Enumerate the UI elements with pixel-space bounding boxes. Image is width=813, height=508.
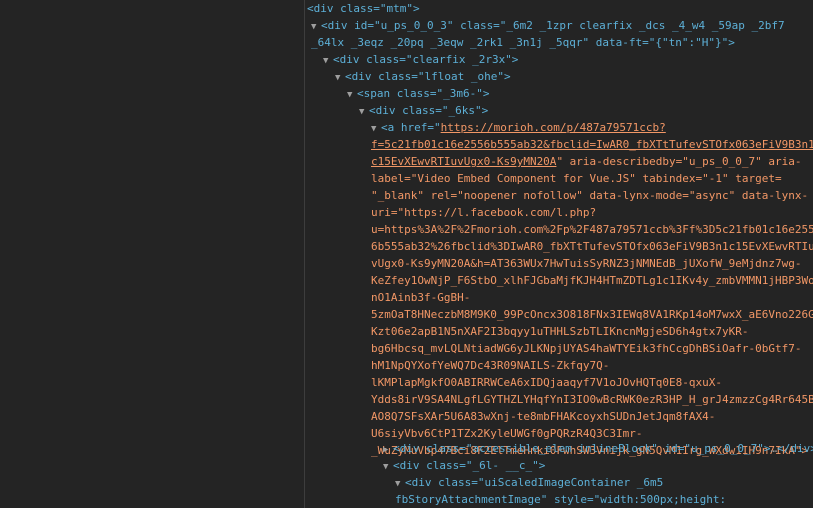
attr-row: nO1Ainb3f-GgBH- <box>371 291 471 304</box>
tree-row-ups[interactable]: ▼ <div id="u_ps_0_0_3" class="_6m2 _1zpr … <box>311 17 785 34</box>
expand-arrow-icon[interactable]: ▼ <box>359 104 369 121</box>
attr-row: u=https%3A%2F%2Fmorioh.com%2Fp%2F487a795… <box>371 223 813 236</box>
attr-row: label="Video Embed Component for Vue.JS"… <box>371 172 782 185</box>
tree-row-61[interactable]: ▼ <div class="_6l- __c_"> <box>383 457 545 474</box>
tree-row-ups-cont: _64lx _3eqz _20pq _3eqw _2rk1 _3n1j _5qq… <box>311 36 735 49</box>
expand-arrow-icon[interactable]: ▼ <box>323 53 333 70</box>
tree-row-anchor[interactable]: ▼ <a href="https://morioh.com/p/487a79571… <box>371 119 666 136</box>
href-link-cont[interactable]: f=5c21fb01c16e2556b555ab32&fbclid=IwAR0_… <box>371 136 813 153</box>
expand-arrow-icon[interactable]: ▼ <box>335 70 345 87</box>
tree-row-scaled[interactable]: ▼ <div class="uiScaledImageContainer _6m5 <box>395 474 663 491</box>
node-text: <div class="lfloat _ohe"> <box>345 70 511 83</box>
left-empty-pane <box>0 0 304 508</box>
attr-row: bg6Hbcsq_mvLQLNtiadWG6yJLKNpjUYAS4haWTYE… <box>371 342 802 355</box>
attr-row: "_blank" rel="noopener nofollow" data-ly… <box>371 189 809 202</box>
anchor-attrs-row: c15EvXEwvRTIuvUgx0-Ks9yMN20A" aria-descr… <box>371 153 801 170</box>
href-link-end[interactable]: c15EvXEwvRTIuvUgx0-Ks9yMN20A <box>371 155 556 168</box>
tree-row-lfloat[interactable]: ▼ <div class="lfloat _ohe"> <box>335 68 511 85</box>
attr-row: hM1NpQYXofYeWQ7Dc43R09NAILS-Zkfqy7Q- <box>371 359 610 372</box>
tree-row-mtm[interactable]: ▼<div class="mtm"> <box>305 0 420 17</box>
anchor-open: <a href=" <box>381 121 441 134</box>
tree-row-clearfix[interactable]: ▼ <div class="clearfix _2r3x"> <box>323 51 518 68</box>
attr-row: AO8Q7SFsXAr5U6A83wXnj-te8mbFHAKcoyxhSUDn… <box>371 410 716 423</box>
node-text: <div class="_6ks"> <box>369 104 489 117</box>
attr-text: " aria-describedby="u_ps_0_0_7" aria- <box>556 155 802 168</box>
tree-row-accessible[interactable]: ▶ <div class="accessible_elem inlineBlock… <box>383 440 813 457</box>
node-text: <div class="mtm"> <box>307 2 420 15</box>
node-text: <div class="uiScaledImageContainer _6m5 <box>405 476 664 489</box>
node-text: <div class="_6l- __c_"> <box>393 459 546 472</box>
node-text: <div id="u_ps_0_0_3" class="_6m2 _1zpr c… <box>321 19 785 32</box>
attr-row: lKMPlapMgkfO0ABIRRWCeA6xIDQjaaqyf7V1oJOv… <box>371 376 722 389</box>
tree-row-span[interactable]: ▼ <span class="_3m6-"> <box>347 85 489 102</box>
tree-row-6ks[interactable]: ▼ <div class="_6ks"> <box>359 102 488 119</box>
node-text: <div class="clearfix _2r3x"> <box>333 53 519 66</box>
node-text: <span class="_3m6-"> <box>357 87 490 100</box>
dom-tree[interactable]: ▼<div class="mtm"> ▼<div id="u_ps_0_0_3"… <box>305 0 813 508</box>
expand-arrow-icon[interactable]: ▼ <box>383 459 393 476</box>
attr-row: vUgx0-Ks9yMN20A&h=AT363WUx7HwTuisSyRNZ3j… <box>371 257 802 270</box>
attr-row: uri="https://l.facebook.com/l.php? <box>371 206 597 219</box>
attr-row: KeZfey1OwNjP_F6StbO_xlhFJGbaMjfKJH4HTmZD… <box>371 274 813 287</box>
attr-row: Kzt06e2apB1N5nXAF2I3bqyy1uTHHLSzbTLIKncn… <box>371 325 749 338</box>
href-link[interactable]: https://morioh.com/p/487a79571ccb? <box>441 121 666 134</box>
expand-arrow-icon[interactable]: ▼ <box>347 87 357 104</box>
tree-row-scaled-cont: fbStoryAttachmentImage" style="width:500… <box>395 493 727 506</box>
node-text: <div class="accessible_elem inlineBlock"… <box>393 442 771 455</box>
attr-row: Ydds8irV9SA4NLgfLGYTHZLYHqfYnI3IO0wBcRWK… <box>371 393 813 406</box>
node-close-text: </div> <box>777 442 813 455</box>
attr-row: 5zmOaT8HNeczbM8M9K0_99PcOncx3O818FNx3IEW… <box>371 308 813 321</box>
attr-row: 6b555ab32%26fbclid%3DIwAR0_fbXTtTufevSTO… <box>371 240 813 253</box>
